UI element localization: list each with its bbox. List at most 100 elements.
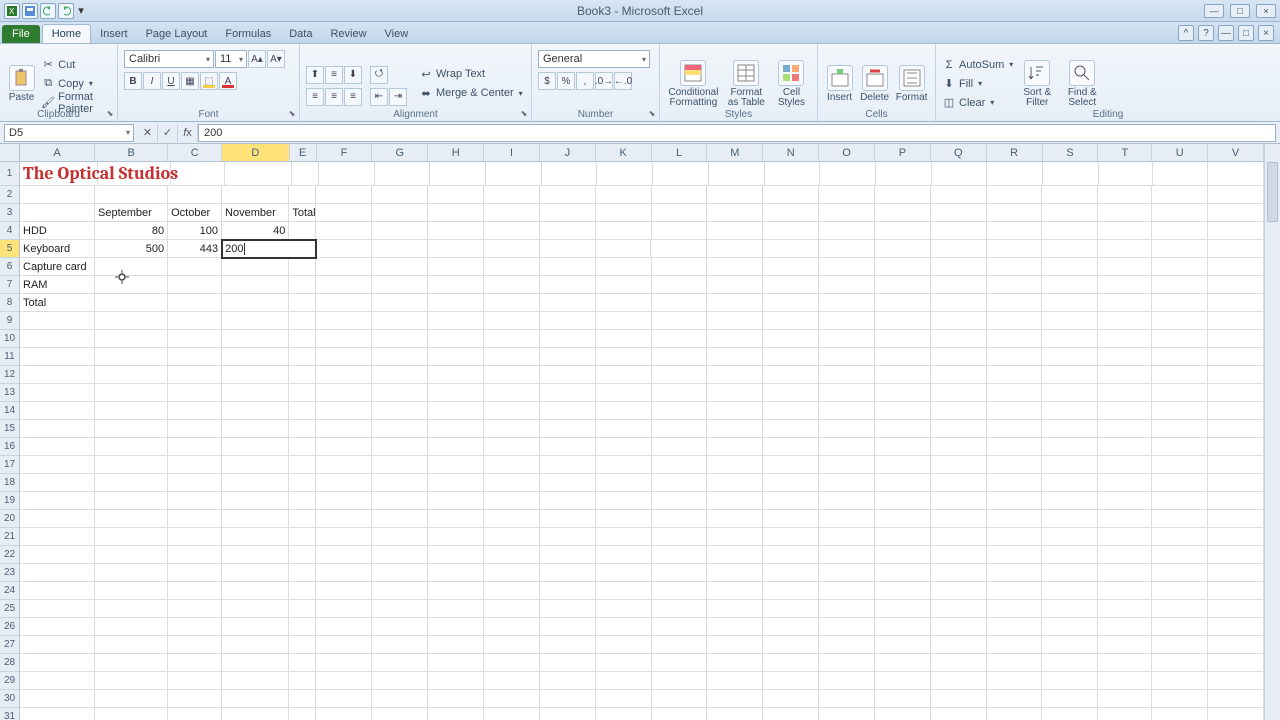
cell[interactable] [819,510,875,528]
cell[interactable] [652,348,708,366]
cell[interactable] [875,312,931,330]
enter-edit-button[interactable]: ✓ [158,124,178,142]
cell[interactable] [540,186,596,204]
cell[interactable] [316,276,372,294]
cell[interactable] [316,312,372,330]
cell[interactable] [372,258,428,276]
cell[interactable] [1043,162,1099,186]
cell[interactable] [540,708,596,720]
cell[interactable] [540,258,596,276]
cell[interactable] [372,222,428,240]
cell[interactable] [875,708,931,720]
cell[interactable] [171,162,225,186]
cell[interactable] [763,546,819,564]
cell[interactable] [875,366,931,384]
cell[interactable]: RAM [20,276,95,294]
cell[interactable] [1098,420,1152,438]
cell[interactable] [95,546,168,564]
cell[interactable] [484,204,540,222]
cell[interactable] [763,528,819,546]
cell[interactable] [1208,276,1264,294]
cell[interactable] [652,510,708,528]
row-header[interactable]: 10 [0,330,19,348]
cell[interactable] [707,204,763,222]
cell[interactable] [1098,348,1152,366]
cell[interactable] [1042,600,1098,618]
cell[interactable] [596,186,652,204]
cell[interactable]: Total [289,204,316,222]
cell[interactable] [652,546,708,564]
cell[interactable] [987,654,1043,672]
cell[interactable] [1152,366,1208,384]
cell[interactable] [316,690,372,708]
cell[interactable] [1152,186,1208,204]
cell[interactable] [763,330,819,348]
cell[interactable] [1152,240,1208,258]
decrease-indent-button[interactable]: ⇤ [370,88,388,106]
cell[interactable] [95,294,168,312]
cell[interactable] [763,672,819,690]
cell[interactable] [168,186,222,204]
cell[interactable] [987,162,1043,186]
tab-page-layout[interactable]: Page Layout [137,25,217,43]
cell[interactable] [372,492,428,510]
cell[interactable] [20,600,95,618]
cell[interactable] [540,348,596,366]
cell[interactable] [540,330,596,348]
cell[interactable] [1098,618,1152,636]
cell[interactable] [763,456,819,474]
cell[interactable] [540,276,596,294]
cell[interactable] [95,636,168,654]
cell[interactable] [484,672,540,690]
cell[interactable] [763,438,819,456]
cell[interactable] [1042,438,1098,456]
cell[interactable] [875,546,931,564]
cell[interactable] [931,654,987,672]
cell[interactable] [987,366,1043,384]
cell[interactable] [652,222,708,240]
column-header[interactable]: P [875,144,931,161]
cell[interactable] [1042,402,1098,420]
cell[interactable] [819,222,875,240]
cell[interactable] [316,474,372,492]
cell[interactable] [931,348,987,366]
cell[interactable] [875,528,931,546]
cell[interactable] [652,186,708,204]
cell[interactable] [875,258,931,276]
cell[interactable] [484,708,540,720]
cell[interactable] [707,672,763,690]
cell[interactable] [1042,420,1098,438]
cell[interactable] [289,312,316,330]
cell[interactable] [486,162,542,186]
cell[interactable] [372,420,428,438]
column-header[interactable]: D [222,144,289,161]
cell[interactable] [652,528,708,546]
row-header[interactable]: 3 [0,204,19,222]
cell[interactable] [1098,672,1152,690]
cell[interactable] [372,510,428,528]
maximize-button[interactable]: □ [1230,4,1250,18]
cell[interactable] [763,582,819,600]
cell[interactable] [707,258,763,276]
cell[interactable] [222,312,289,330]
cell[interactable] [652,366,708,384]
cell[interactable] [428,276,484,294]
cell[interactable] [428,510,484,528]
cell[interactable] [819,672,875,690]
cell[interactable]: 443 [168,240,222,258]
cell[interactable] [316,348,372,366]
cell[interactable] [819,618,875,636]
column-header[interactable]: R [987,144,1043,161]
cell[interactable] [484,654,540,672]
cell[interactable] [1152,312,1208,330]
cell[interactable] [763,402,819,420]
minimize-ribbon-icon[interactable]: ^ [1178,25,1194,41]
cell[interactable] [931,294,987,312]
cell[interactable] [222,438,289,456]
bold-button[interactable]: B [124,72,142,90]
cell[interactable] [428,618,484,636]
cell[interactable] [289,690,316,708]
cell[interactable] [875,582,931,600]
cell[interactable] [1152,330,1208,348]
cell[interactable] [875,654,931,672]
